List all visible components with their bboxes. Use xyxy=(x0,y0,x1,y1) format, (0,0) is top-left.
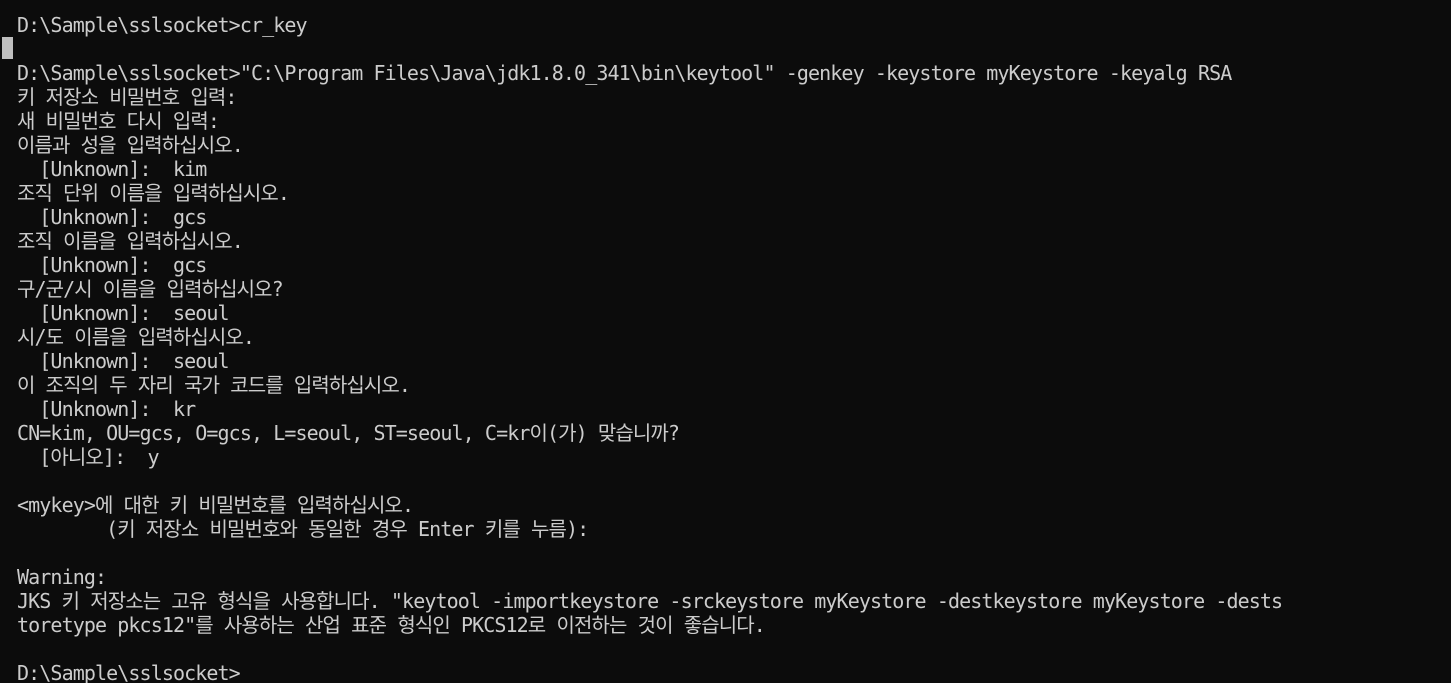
console-line: [Unknown]: gcs xyxy=(17,253,207,277)
console-line: 이 조직의 두 자리 국가 코드를 입력하십시오. xyxy=(17,373,411,397)
console-line: [Unknown]: seoul xyxy=(17,301,229,325)
cursor-block xyxy=(2,37,13,59)
console-window[interactable]: D:\Sample\sslsocket>cr_key D:\Sample\ssl… xyxy=(0,0,1451,683)
console-line: toretype pkcs12"를 사용하는 산업 표준 형식인 PKCS12로… xyxy=(17,613,766,637)
console-line: [Unknown]: kim xyxy=(17,157,207,181)
console-line: 조직 단위 이름을 입력하십시오. xyxy=(17,181,290,205)
console-line: 시/도 이름을 입력하십시오. xyxy=(17,325,255,349)
console-line: (키 저장소 비밀번호와 동일한 경우 Enter 키를 누름): xyxy=(17,517,589,541)
console-line: JKS 키 저장소는 고유 형식을 사용합니다. "keytool -impor… xyxy=(17,589,1283,613)
console-left-margin xyxy=(0,0,15,683)
console-line: D:\Sample\sslsocket>"C:\Program Files\Ja… xyxy=(17,61,1232,85)
console-line: [Unknown]: seoul xyxy=(17,349,229,373)
console-line: D:\Sample\sslsocket>cr_key xyxy=(17,13,308,37)
console-line: <mykey>에 대한 키 비밀번호를 입력하십시오. xyxy=(17,493,414,517)
console-line: [Unknown]: kr xyxy=(17,397,196,421)
console-line: 조직 이름을 입력하십시오. xyxy=(17,229,244,253)
console-line: Warning: xyxy=(17,565,107,589)
console-line: [Unknown]: gcs xyxy=(17,205,207,229)
console-line: CN=kim, OU=gcs, O=gcs, L=seoul, ST=seoul… xyxy=(17,421,680,445)
console-line: 이름과 성을 입력하십시오. xyxy=(17,133,244,157)
console-line: 키 저장소 비밀번호 입력: xyxy=(17,85,237,109)
console-line: 새 비밀번호 다시 입력: xyxy=(17,109,220,133)
console-output: D:\Sample\sslsocket>cr_key D:\Sample\ssl… xyxy=(17,13,1283,683)
console-line: 구/군/시 이름을 입력하십시오? xyxy=(17,277,284,301)
console-prompt[interactable]: D:\Sample\sslsocket> xyxy=(17,661,1282,683)
console-line: [아니오]: y xyxy=(17,445,159,469)
